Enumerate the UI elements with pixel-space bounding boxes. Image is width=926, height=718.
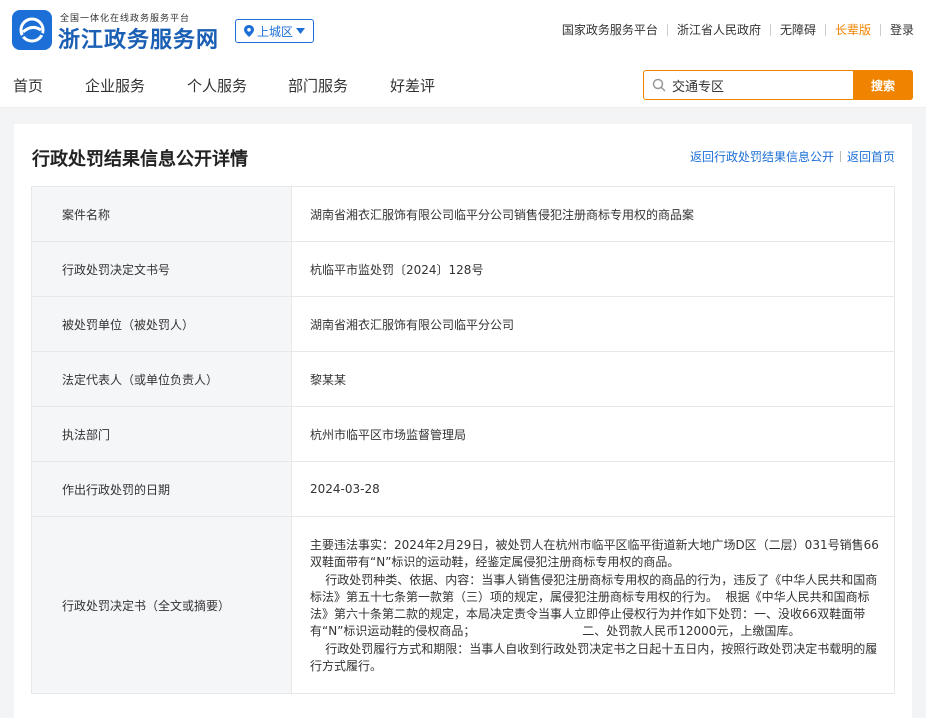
link-accessibility[interactable]: 无障碍 xyxy=(780,21,816,38)
row-value: 杭州市临平区市场监督管理局 xyxy=(291,406,895,462)
table-row: 执法部门 杭州市临平区市场监督管理局 xyxy=(31,406,895,462)
table-row: 行政处罚决定书（全文或摘要） 主要违法事实：2024年2月29日，被处罚人在杭州… xyxy=(31,515,895,695)
table-row: 行政处罚决定文书号 杭临平市监处罚〔2024〕128号 xyxy=(31,241,895,297)
divider xyxy=(839,151,841,162)
nav-item-personal[interactable]: 个人服务 xyxy=(187,75,247,96)
top-links: 国家政务服务平台 浙江省人民政府 无障碍 长辈版 登录 xyxy=(562,21,914,38)
table-row: 法定代表人（或单位负责人） 黎某某 xyxy=(31,351,895,407)
table-row: 案件名称 湖南省湘衣汇服饰有限公司临平分公司销售侵犯注册商标专用权的商品案 xyxy=(31,186,895,242)
back-to-list-link[interactable]: 返回行政处罚结果信息公开 xyxy=(690,148,834,165)
divider xyxy=(769,23,771,36)
table-row: 作出行政处罚的日期 2024-03-28 xyxy=(31,461,895,517)
logo-title[interactable]: 浙江政务服务网 xyxy=(58,22,219,54)
detail-table: 案件名称 湖南省湘衣汇服饰有限公司临平分公司销售侵犯注册商标专用权的商品案 行政… xyxy=(31,186,895,695)
divider xyxy=(824,23,826,36)
nav-item-department[interactable]: 部门服务 xyxy=(288,75,348,96)
row-value: 湖南省湘衣汇服饰有限公司临平分公司 xyxy=(291,296,895,352)
top-header: 全国一体化在线政务服务平台 浙江政务服务网 上城区 国家政务服务平台 浙江省人民… xyxy=(0,0,926,62)
row-value: 湖南省湘衣汇服饰有限公司临平分公司销售侵犯注册商标专用权的商品案 xyxy=(291,186,895,242)
page-title: 行政处罚结果信息公开详情 xyxy=(32,149,248,170)
caret-down-icon xyxy=(296,28,306,34)
row-value: 2024-03-28 xyxy=(291,461,895,517)
link-login[interactable]: 登录 xyxy=(890,21,914,38)
divider xyxy=(666,23,668,36)
app-logo-icon[interactable] xyxy=(12,10,52,50)
search-button[interactable]: 搜索 xyxy=(853,70,913,100)
link-national-platform[interactable]: 国家政务服务平台 xyxy=(562,21,658,38)
card-links: 返回行政处罚结果信息公开 返回首页 xyxy=(690,148,895,165)
detail-card: 行政处罚结果信息公开详情 返回行政处罚结果信息公开 返回首页 案件名称 湖南省湘… xyxy=(14,124,912,718)
location-pin-icon xyxy=(244,25,254,37)
row-label: 行政处罚决定书（全文或摘要） xyxy=(31,515,292,695)
link-elder-version[interactable]: 长辈版 xyxy=(835,21,871,38)
row-label: 执法部门 xyxy=(31,406,292,462)
search-box: 搜索 xyxy=(643,70,913,100)
row-label: 案件名称 xyxy=(31,186,292,242)
row-value: 黎某某 xyxy=(291,351,895,407)
nav-item-home[interactable]: 首页 xyxy=(13,75,43,96)
back-to-home-link[interactable]: 返回首页 xyxy=(847,148,895,165)
region-selector[interactable]: 上城区 xyxy=(235,19,315,43)
region-label: 上城区 xyxy=(257,24,294,39)
link-zhejiang-gov[interactable]: 浙江省人民政府 xyxy=(677,21,761,38)
row-value: 杭临平市监处罚〔2024〕128号 xyxy=(291,241,895,297)
row-label: 被处罚单位（被处罚人） xyxy=(31,296,292,352)
search-icon xyxy=(652,78,666,92)
nav-item-enterprise[interactable]: 企业服务 xyxy=(85,75,145,96)
search-input[interactable] xyxy=(666,71,853,99)
divider xyxy=(879,23,881,36)
row-value: 主要违法事实：2024年2月29日，被处罚人在杭州市临平区临平街道新大地广场D区… xyxy=(291,515,895,695)
row-label: 行政处罚决定文书号 xyxy=(31,241,292,297)
row-label: 法定代表人（或单位负责人） xyxy=(31,351,292,407)
table-row: 被处罚单位（被处罚人） 湖南省湘衣汇服饰有限公司临平分公司 xyxy=(31,296,895,352)
row-label: 作出行政处罚的日期 xyxy=(31,461,292,517)
nav-item-evaluation[interactable]: 好差评 xyxy=(390,75,435,96)
decision-text: 主要违法事实：2024年2月29日，被处罚人在杭州市临平区临平街道新大地广场D区… xyxy=(310,538,879,674)
